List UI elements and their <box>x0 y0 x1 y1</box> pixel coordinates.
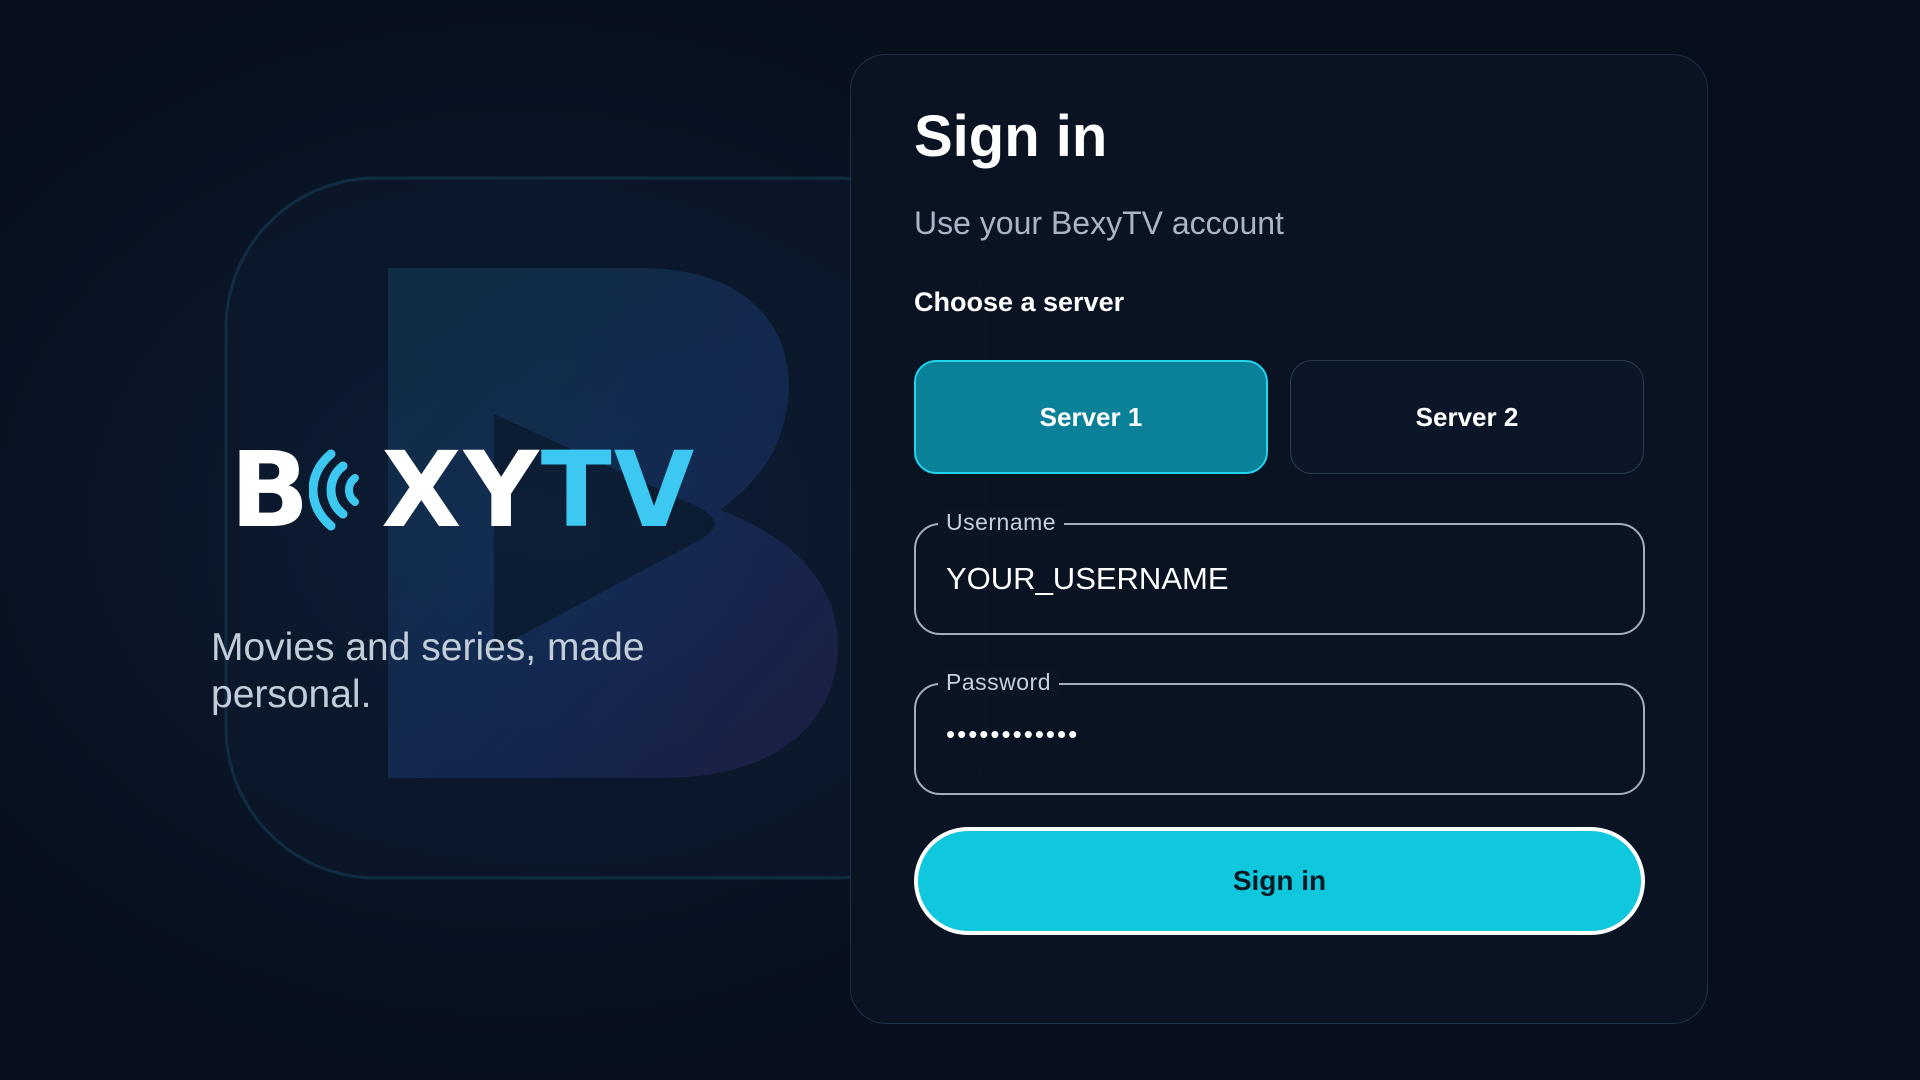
server-2-button[interactable]: Server 2 <box>1290 360 1644 474</box>
logo-letter-b: B <box>230 429 312 551</box>
password-label: Password <box>938 669 1059 696</box>
username-label: Username <box>938 509 1065 536</box>
page-title: Sign in <box>914 104 1108 169</box>
sign-in-button[interactable]: Sign in <box>914 827 1645 935</box>
brand-tagline: Movies and series, made personal. <box>211 626 645 716</box>
logo-letters-xy: XY <box>381 429 541 551</box>
password-field[interactable]: Password <box>914 669 1645 795</box>
password-input[interactable] <box>946 719 1616 750</box>
logo-letters-tv: TV <box>540 429 697 551</box>
sign-in-card: Sign in Use your BexyTV account Choose a… <box>850 54 1708 1024</box>
bexytv-logo: B XY TV <box>230 429 697 551</box>
server-prompt: Choose a server <box>914 287 1125 317</box>
page-subtitle: Use your BexyTV account <box>914 205 1284 241</box>
sign-in-screen: B XY TV Movies and series, made personal… <box>0 0 1920 1080</box>
username-field[interactable]: Username <box>914 509 1645 635</box>
wifi-waves-icon <box>309 449 360 531</box>
username-input[interactable] <box>946 561 1616 597</box>
server-1-button[interactable]: Server 1 <box>914 360 1268 474</box>
